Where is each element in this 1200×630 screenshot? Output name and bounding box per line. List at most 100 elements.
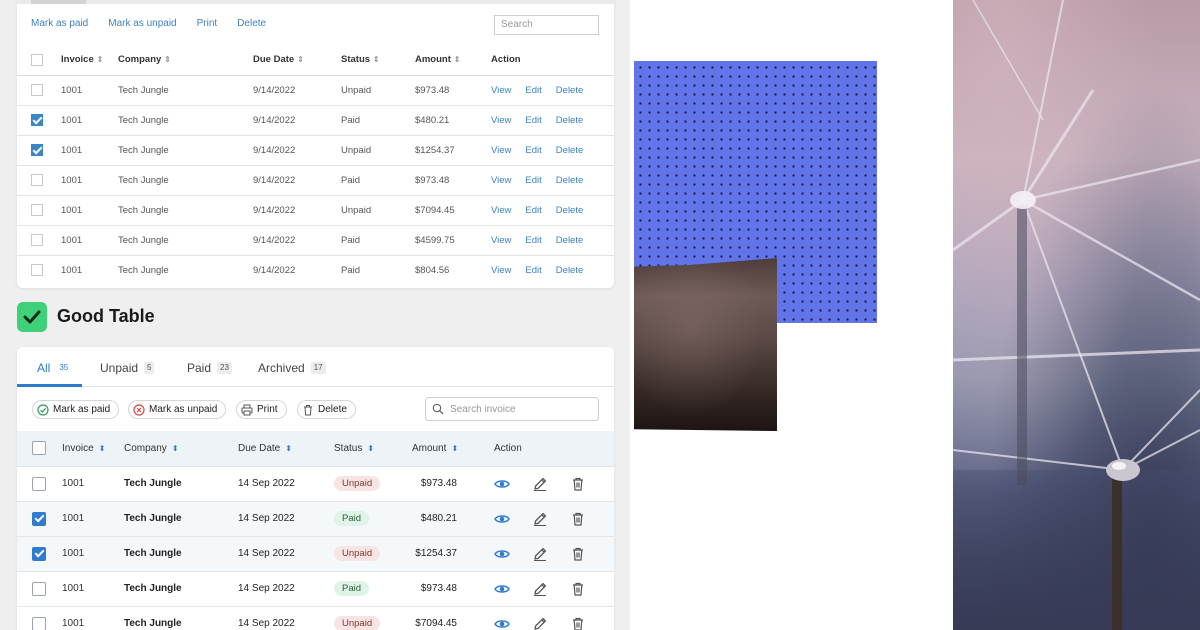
search-invoice-input[interactable]: Search invoice: [425, 397, 599, 421]
print-button[interactable]: Print: [236, 400, 287, 419]
row-checkbox[interactable]: [31, 174, 43, 186]
header-due-date[interactable]: Due Date ⬍: [238, 431, 334, 467]
row-checkbox[interactable]: [31, 84, 43, 96]
action-cell: [494, 466, 614, 502]
row-checkbox[interactable]: [31, 144, 43, 156]
view-link[interactable]: View: [491, 145, 511, 156]
sort-arrows-icon: ⬍: [171, 443, 179, 453]
header-company[interactable]: Company ⇕: [118, 45, 253, 76]
status-cell: Paid: [341, 165, 415, 196]
row-checkbox[interactable]: [32, 546, 46, 561]
trash-icon[interactable]: [570, 581, 586, 597]
eye-icon[interactable]: [494, 616, 510, 630]
amount-cell: $4599.75: [415, 225, 491, 256]
sort-arrows-icon: ⬍: [98, 443, 106, 453]
table-row: 1001 Tech Jungle 9/14/2022 Paid $973.48 View E…: [17, 165, 614, 196]
action-cell: View Edit Delete: [491, 135, 614, 166]
bad-table-toolbar: Mark as paid Mark as unpaid Print Delete: [31, 18, 266, 32]
invoice-cell: 1001: [61, 105, 118, 136]
print-link[interactable]: Print: [197, 18, 218, 32]
view-link[interactable]: View: [491, 85, 511, 96]
row-checkbox[interactable]: [32, 581, 46, 596]
sort-arrows-icon: ⬍: [367, 443, 375, 453]
tab-paid[interactable]: Paid 23: [187, 361, 232, 375]
delete-button[interactable]: Delete: [297, 400, 356, 419]
company-cell: Tech Jungle: [118, 105, 253, 136]
status-badge: Unpaid: [334, 546, 381, 561]
delete-link[interactable]: Delete: [556, 235, 583, 246]
due-date-cell: 9/14/2022: [253, 135, 341, 166]
trash-icon[interactable]: [570, 616, 586, 630]
edit-link[interactable]: Edit: [525, 205, 541, 216]
view-link[interactable]: View: [491, 235, 511, 246]
delete-link[interactable]: Delete: [556, 115, 583, 126]
edit-link[interactable]: Edit: [525, 265, 541, 276]
trash-icon[interactable]: [570, 476, 586, 492]
row-checkbox[interactable]: [31, 114, 43, 126]
company-cell: Tech Jungle: [124, 606, 238, 630]
edit-link[interactable]: Edit: [525, 85, 541, 96]
good-table-header-row: Invoice ⬍ Company ⬍ Due Date ⬍ Status ⬍ Amou…: [17, 431, 614, 467]
pencil-icon[interactable]: [532, 476, 548, 492]
mark-as-unpaid-link[interactable]: Mark as unpaid: [108, 18, 176, 32]
view-link[interactable]: View: [491, 175, 511, 186]
edit-link[interactable]: Edit: [525, 235, 541, 246]
edit-link[interactable]: Edit: [525, 175, 541, 186]
bad-search-input[interactable]: Search: [494, 15, 599, 35]
view-link[interactable]: View: [491, 265, 511, 276]
delete-link[interactable]: Delete: [237, 18, 266, 32]
table-row: 1001 Tech Jungle 9/14/2022 Paid $480.21 View E…: [17, 105, 614, 136]
row-checkbox[interactable]: [32, 511, 46, 526]
header-amount[interactable]: Amount ⇕: [415, 45, 491, 76]
bad-table-active-tab[interactable]: [31, 0, 86, 4]
trash-icon[interactable]: [570, 546, 586, 562]
delete-link[interactable]: Delete: [556, 175, 583, 186]
tab-unpaid[interactable]: Unpaid 5: [100, 361, 155, 375]
select-all-checkbox[interactable]: [31, 53, 43, 66]
row-checkbox[interactable]: [32, 476, 46, 491]
amount-cell: $1254.37: [412, 536, 494, 572]
delete-link[interactable]: Delete: [556, 145, 583, 156]
header-status[interactable]: Status ⬍: [334, 431, 412, 467]
header-amount[interactable]: Amount ⬍: [412, 431, 494, 467]
eye-icon[interactable]: [494, 546, 510, 562]
status-cell: Unpaid: [334, 536, 412, 572]
row-checkbox[interactable]: [32, 616, 46, 630]
header-due-date[interactable]: Due Date ⇕: [253, 45, 341, 76]
company-cell: Tech Jungle: [124, 536, 238, 572]
tab-archived[interactable]: Archived 17: [258, 361, 326, 375]
eye-icon[interactable]: [494, 581, 510, 597]
comparison-panel: Mark as paid Mark as unpaid Print Delete…: [0, 0, 630, 630]
eye-icon[interactable]: [494, 476, 510, 492]
mark-as-paid-link[interactable]: Mark as paid: [31, 18, 88, 32]
header-status[interactable]: Status ⇕: [341, 45, 415, 76]
pencil-icon[interactable]: [532, 546, 548, 562]
trash-icon[interactable]: [570, 511, 586, 527]
table-row: 1001 Tech Jungle 9/14/2022 Unpaid $973.48 Vie…: [17, 75, 614, 106]
header-invoice[interactable]: Invoice ⇕: [61, 45, 118, 76]
eye-icon[interactable]: [494, 511, 510, 527]
row-checkbox[interactable]: [31, 204, 43, 216]
check-circle-icon: [37, 403, 49, 416]
pencil-icon[interactable]: [532, 581, 548, 597]
header-company[interactable]: Company ⬍: [124, 431, 238, 467]
pencil-icon[interactable]: [532, 511, 548, 527]
mark-as-paid-button[interactable]: Mark as paid: [32, 400, 120, 419]
edit-link[interactable]: Edit: [525, 115, 541, 126]
row-checkbox[interactable]: [31, 264, 43, 277]
view-link[interactable]: View: [491, 115, 511, 126]
delete-link[interactable]: Delete: [556, 85, 583, 96]
amount-cell: $480.21: [415, 105, 491, 136]
row-checkbox[interactable]: [31, 234, 43, 246]
delete-link[interactable]: Delete: [556, 265, 583, 276]
tab-all[interactable]: All 35: [37, 361, 71, 375]
mark-as-unpaid-button[interactable]: Mark as unpaid: [128, 400, 227, 419]
delete-link[interactable]: Delete: [556, 205, 583, 216]
amount-cell: $973.48: [415, 75, 491, 106]
view-link[interactable]: View: [491, 205, 511, 216]
pencil-icon[interactable]: [532, 616, 548, 630]
due-date-cell: 14 Sep 2022: [238, 501, 334, 537]
header-invoice[interactable]: Invoice ⬍: [62, 431, 124, 467]
edit-link[interactable]: Edit: [525, 145, 541, 156]
select-all-checkbox[interactable]: [32, 441, 46, 456]
